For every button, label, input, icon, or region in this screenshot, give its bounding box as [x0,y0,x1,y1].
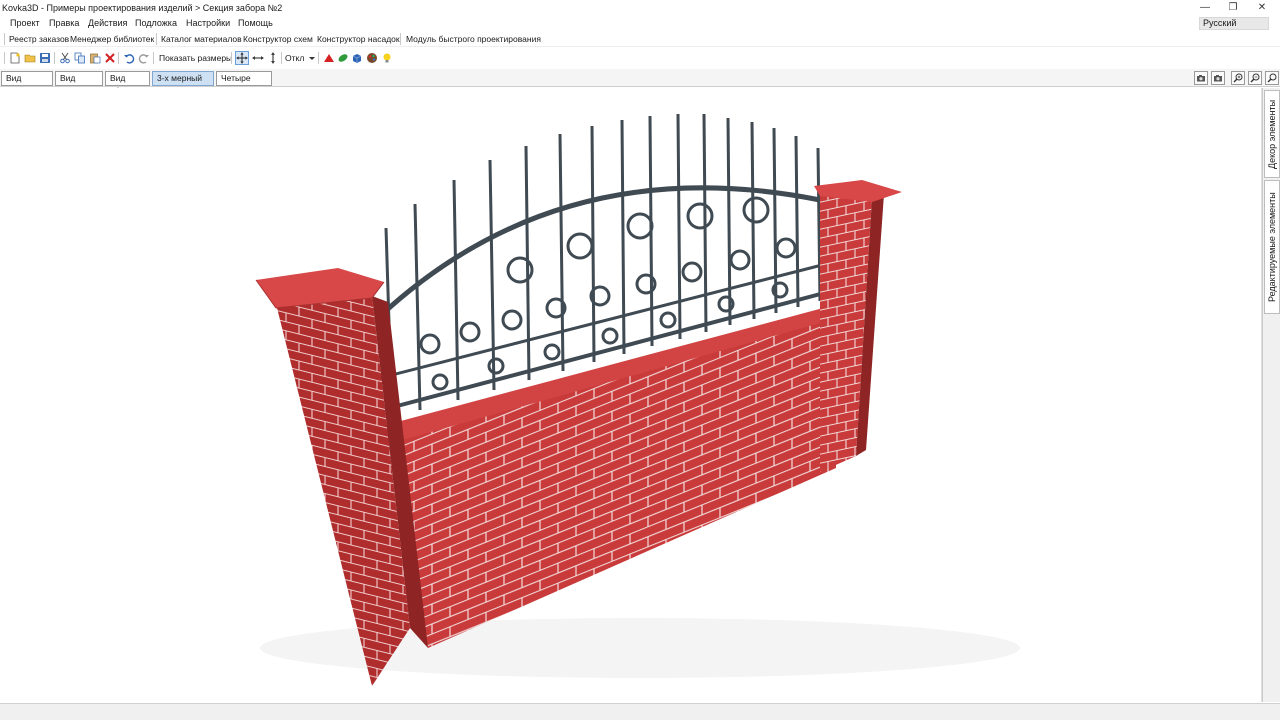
main-toolbar: Показать размеры Откл [0,48,1280,68]
chevron-down-icon[interactable] [305,51,319,65]
side-panel: Декор элементы Редактируемые элементы [1262,88,1280,702]
module-materials-catalog[interactable]: Каталог материалов [161,34,242,44]
separator [4,52,5,64]
palette-icon[interactable] [365,51,379,65]
redo-icon[interactable] [137,51,151,65]
zoom-out-icon[interactable] [1248,71,1262,85]
tab-3d-view[interactable]: 3-х мерный вид [152,71,214,96]
paste-icon[interactable] [88,51,102,65]
menu-underlay[interactable]: Подложка [133,18,179,28]
blue-cube-icon[interactable] [350,51,364,65]
show-dimensions-button[interactable]: Показать размеры [159,53,232,63]
tab-side-view[interactable]: Вид сбоку [105,71,150,96]
module-tip-constructor[interactable]: Конструктор насадок [317,34,400,44]
module-scheme-constructor[interactable]: Конструктор схем [243,34,313,44]
module-library-manager[interactable]: Менеджер библиотек [70,34,154,44]
separator [54,52,55,64]
move-icon[interactable] [235,51,249,65]
vertical-move-icon[interactable] [266,51,280,65]
separator [231,52,232,64]
red-triangle-icon[interactable] [322,51,336,65]
menu-bar: Проект Правка Действия Подложка Настройк… [0,16,1280,31]
language-select[interactable]: Русский [1199,17,1269,30]
snap-select[interactable]: Откл [285,53,304,63]
close-button[interactable]: ✕ [1244,0,1280,16]
zoom-fit-icon[interactable] [1265,71,1279,85]
green-leaf-icon[interactable] [336,51,350,65]
separator [281,52,282,64]
brick-wall [388,310,836,648]
save-icon[interactable] [38,51,52,65]
3d-viewport[interactable] [0,88,1262,702]
tab-editable-elements[interactable]: Редактируемые элементы [1264,180,1280,314]
separator [4,33,5,45]
tab-decor-elements[interactable]: Декор элементы [1264,90,1280,178]
horizontal-move-icon[interactable] [251,51,265,65]
menu-edit[interactable]: Правка [47,18,81,28]
open-folder-icon[interactable] [23,51,37,65]
tab-top-view[interactable]: Вид сверху [55,71,103,96]
separator [153,52,154,64]
title-bar: Kovka3D - Примеры проектирования изделий… [0,0,1280,16]
copy-icon[interactable] [73,51,87,65]
menu-actions[interactable]: Действия [86,18,129,28]
window-title: Kovka3D - Примеры проектирования изделий… [2,3,283,13]
camera-icon[interactable] [1211,71,1225,85]
delete-icon[interactable] [103,51,117,65]
new-file-icon[interactable] [8,51,22,65]
undo-icon[interactable] [122,51,136,65]
fence-3d-render[interactable] [0,88,1262,702]
tab-four-windows[interactable]: Четыре окна [216,71,272,96]
separator [118,52,119,64]
tab-front-view[interactable]: Вид спереди [1,71,53,96]
module-quick-design[interactable]: Модуль быстрого проектирования [406,34,541,44]
cut-icon[interactable] [58,51,72,65]
status-bar [0,703,1280,720]
separator [156,33,157,45]
menu-help[interactable]: Помощь [236,18,275,28]
module-orders-registry[interactable]: Реестр заказов [9,34,69,44]
menu-project[interactable]: Проект [8,18,42,28]
module-bar: Реестр заказов Менеджер библиотек Катало… [0,31,1280,47]
separator [400,33,401,45]
lightbulb-icon[interactable] [380,51,394,65]
separator [318,52,319,64]
camera-icon[interactable] [1194,71,1208,85]
zoom-in-icon[interactable] [1231,71,1245,85]
menu-settings[interactable]: Настройки [184,18,232,28]
view-tabs-bar: Вид спереди Вид сверху Вид сбоку 3-х мер… [0,69,1280,96]
